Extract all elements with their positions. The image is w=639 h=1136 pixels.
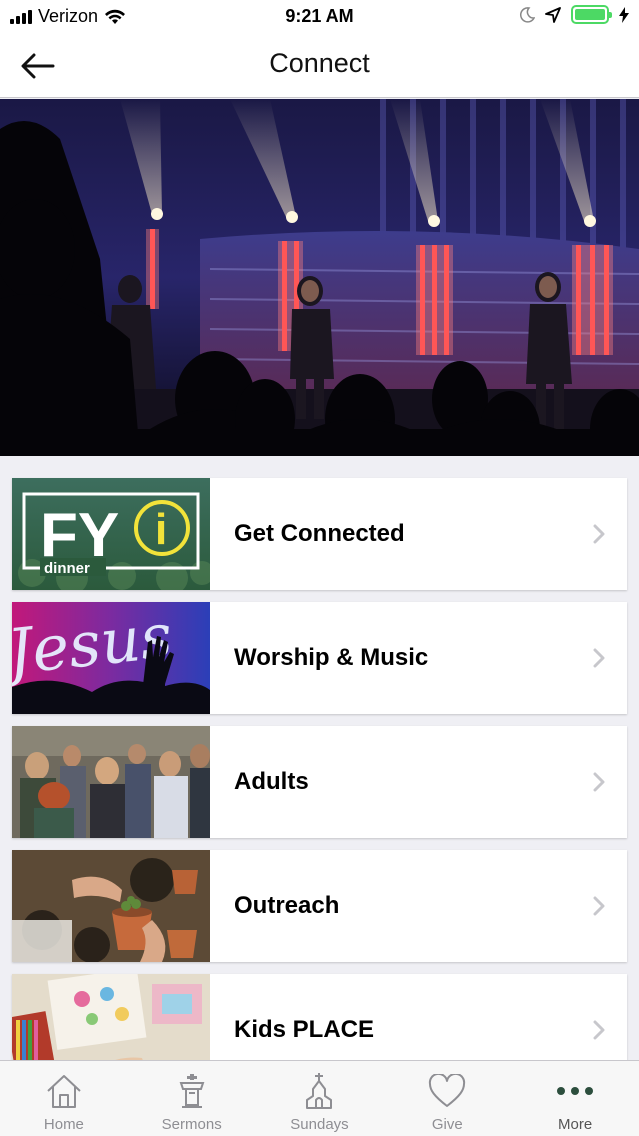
back-button[interactable] (18, 48, 58, 84)
church-icon (299, 1071, 339, 1111)
charging-bolt-icon (619, 6, 629, 23)
chevron-right-icon (593, 648, 605, 668)
tab-bar: Home Sermons Sundays Give More (0, 1060, 639, 1136)
tab-label: Give (431, 1116, 463, 1133)
tab-more[interactable]: More (511, 1061, 639, 1136)
tab-give[interactable]: Give (383, 1061, 511, 1136)
tab-home[interactable]: Home (0, 1061, 128, 1136)
list-item-get-connected[interactable]: FY i dinner Get Connected (12, 478, 627, 590)
tab-label: Sermons (161, 1116, 222, 1133)
item-label: Worship & Music (234, 644, 429, 671)
list-item-adults[interactable]: Adults (12, 726, 627, 838)
tab-label: Home (43, 1116, 84, 1133)
worship-neon-thumbnail: Jesus (12, 602, 210, 714)
item-label: Get Connected (234, 520, 405, 547)
chevron-right-icon (593, 772, 605, 792)
item-label: Outreach (234, 892, 340, 919)
tab-sermons[interactable]: Sermons (128, 1061, 256, 1136)
location-icon (545, 6, 561, 23)
item-label: Adults (234, 768, 309, 795)
fyi-logo-i: i (155, 505, 167, 554)
status-right (519, 5, 629, 24)
tab-label: More (557, 1116, 593, 1133)
hero-worship-stage-image (0, 99, 639, 456)
moon-icon (519, 6, 535, 23)
heart-icon (427, 1071, 467, 1111)
more-dots-icon (555, 1071, 595, 1111)
podium-icon (172, 1071, 212, 1111)
adults-crowd-thumbnail (12, 726, 210, 838)
fyi-dinner-thumbnail: FY i dinner (12, 478, 210, 590)
arrow-left-icon (21, 53, 55, 79)
navigation-bar: Connect (0, 34, 639, 98)
list-item-worship-music[interactable]: Jesus Worship & Music (12, 602, 627, 714)
chevron-right-icon (593, 1020, 605, 1040)
tab-sundays[interactable]: Sundays (256, 1061, 384, 1136)
connect-list: FY i dinner Get Connected Jesus Worship … (12, 478, 627, 1098)
chevron-right-icon (593, 524, 605, 544)
page-title: Connect (269, 48, 370, 78)
status-bar: Verizon 9:21 AM (0, 0, 639, 34)
chevron-right-icon (593, 896, 605, 916)
fyi-logo-dinner: dinner (44, 560, 90, 577)
planting-pots-thumbnail (12, 850, 210, 962)
house-icon (44, 1071, 84, 1111)
battery-icon (571, 5, 612, 24)
tab-label: Sundays (290, 1116, 349, 1133)
list-item-outreach[interactable]: Outreach (12, 850, 627, 962)
